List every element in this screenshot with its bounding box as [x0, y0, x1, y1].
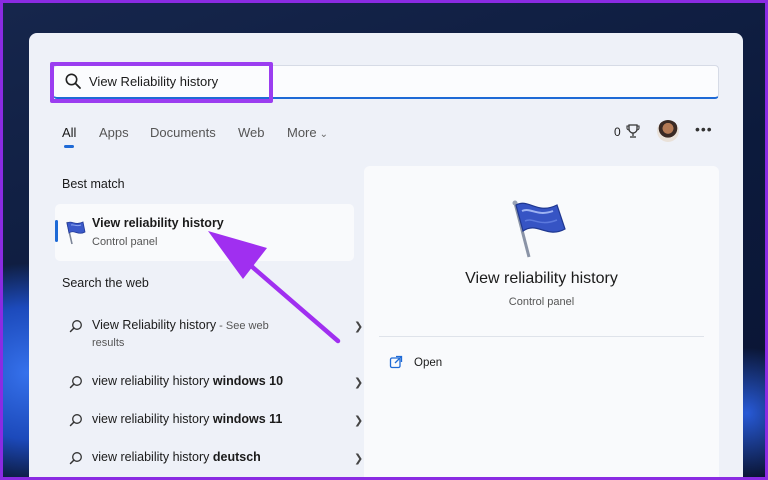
- web-result-query: View Reliability history: [92, 318, 217, 332]
- chevron-right-icon: ❯: [354, 321, 364, 333]
- web-result-bold: deutsch: [212, 450, 261, 464]
- search-icon: [69, 320, 82, 333]
- best-match-result[interactable]: [55, 204, 354, 261]
- search-icon: [69, 414, 82, 427]
- web-result[interactable]: View Reliability history - See web resul…: [55, 308, 363, 349]
- tab-documents[interactable]: Documents: [150, 125, 216, 140]
- web-result-note-continued: results: [92, 337, 125, 349]
- web-result-bold: windows 10: [212, 374, 284, 388]
- best-match-heading: Best match: [62, 177, 125, 191]
- web-result[interactable]: view reliability history windows 11 ❯: [55, 402, 363, 440]
- reliability-flag-icon: [66, 221, 86, 245]
- open-action[interactable]: Open: [414, 357, 442, 369]
- web-result-text: view reliability history windows 10: [92, 374, 283, 388]
- desktop-frame: View Reliability history All Apps Docume…: [0, 0, 768, 480]
- best-match-subtitle: Control panel: [92, 236, 158, 248]
- web-result[interactable]: view reliability history deutsch ❯: [55, 440, 363, 477]
- chevron-right-icon: ❯: [354, 453, 364, 465]
- divider: [379, 336, 704, 337]
- web-result-prefix: view reliability history: [92, 450, 213, 464]
- detail-title: View reliability history: [465, 270, 618, 287]
- web-result-text: View Reliability history - See web: [92, 318, 269, 332]
- detail-pane: View reliability history Control panel O…: [364, 166, 719, 477]
- open-external-icon[interactable]: [389, 355, 403, 369]
- web-result-bold: windows 11: [212, 412, 283, 426]
- web-result[interactable]: view reliability history windows 10 ❯: [55, 364, 363, 402]
- tab-web[interactable]: Web: [238, 125, 265, 140]
- trophy-icon[interactable]: [626, 123, 640, 139]
- avatar[interactable]: [657, 120, 679, 142]
- active-tab-indicator: [64, 145, 74, 148]
- tab-all[interactable]: All: [62, 125, 76, 140]
- web-result-prefix: view reliability history: [92, 412, 213, 426]
- tab-apps[interactable]: Apps: [99, 125, 129, 140]
- more-options-icon[interactable]: •••: [695, 121, 713, 137]
- chevron-right-icon: ❯: [354, 377, 364, 389]
- web-result-prefix: view reliability history: [92, 374, 213, 388]
- rewards-points[interactable]: 0: [614, 125, 621, 139]
- reliability-flag-icon: [512, 200, 566, 258]
- start-search-panel: View Reliability history All Apps Docume…: [29, 33, 743, 477]
- search-annotation-highlight: [50, 62, 273, 103]
- search-icon: [69, 452, 82, 465]
- detail-subtitle: Control panel: [508, 296, 575, 308]
- tab-more[interactable]: More ⌄: [287, 125, 328, 140]
- best-match-title: View reliability history: [92, 216, 224, 230]
- search-web-heading: Search the web: [62, 276, 149, 290]
- web-result-text: view reliability history deutsch: [92, 450, 261, 464]
- chevron-right-icon: ❯: [354, 415, 364, 427]
- web-result-text: view reliability history windows 11: [92, 412, 282, 426]
- chevron-down-icon: ⌄: [319, 129, 329, 140]
- tab-more-label: More: [287, 125, 317, 140]
- search-icon: [69, 376, 82, 389]
- selection-indicator: [55, 220, 58, 242]
- web-result-note: - See web: [216, 320, 269, 332]
